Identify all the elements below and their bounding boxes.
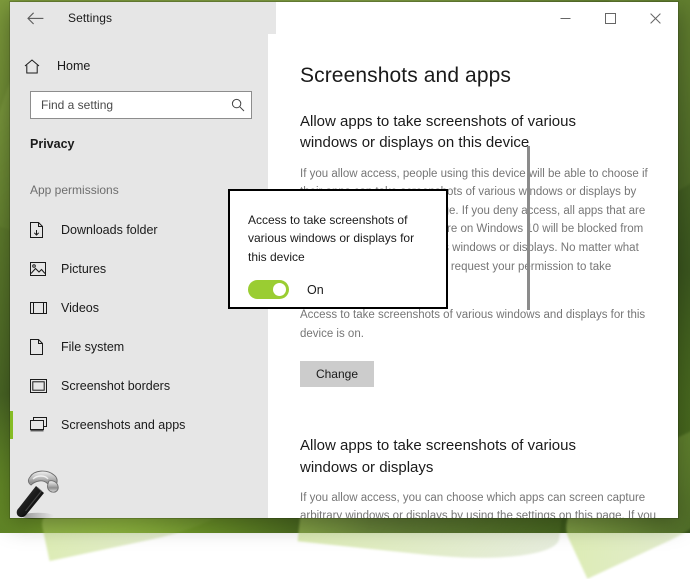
screenshot-access-toggle[interactable]	[248, 280, 289, 300]
flyout-description: Access to take screenshots of various wi…	[248, 213, 415, 264]
videos-icon	[30, 299, 52, 317]
title-bar-left: Settings	[10, 2, 276, 34]
sidebar-item-label: Screenshots and apps	[61, 417, 186, 432]
sidebar-category-title: Privacy	[30, 137, 75, 151]
screenshot-borders-icon	[30, 377, 52, 395]
section-heading-apps-level: Allow apps to take screenshots of variou…	[300, 437, 576, 476]
toggle-state-label: On	[307, 282, 324, 297]
access-flyout-popup: Access to take screenshots of various wi…	[228, 189, 448, 309]
sidebar-item-label: File system	[61, 339, 125, 354]
minimize-button[interactable]	[543, 2, 588, 34]
access-status-text: Access to take screenshots of various wi…	[300, 308, 646, 340]
flyout-toggle-row: On	[248, 280, 430, 300]
section-body-apps-level: If you allow access, you can choose whic…	[300, 491, 657, 518]
sidebar-item-file-system[interactable]: File system	[10, 327, 268, 366]
title-bar: Settings	[10, 2, 678, 34]
section-heading-device-level: Allow apps to take screenshots of variou…	[300, 113, 576, 152]
content-scrollbar-thumb[interactable]	[527, 146, 530, 310]
sidebar-item-label: Screenshot borders	[61, 378, 171, 393]
search-icon[interactable]	[231, 98, 245, 112]
sidebar-item-label: Videos	[61, 300, 99, 315]
sidebar-item-screenshots-and-apps[interactable]: Screenshots and apps	[10, 405, 268, 444]
window-controls	[543, 2, 678, 34]
settings-window: Settings Home Find a setting Privacy App…	[10, 2, 678, 518]
page-title: Screenshots and apps	[300, 64, 511, 87]
maximize-button[interactable]	[588, 2, 633, 34]
screenshots-and-apps-icon	[30, 416, 52, 434]
sidebar-item-label: Downloads folder	[61, 222, 158, 237]
change-button[interactable]: Change	[300, 361, 374, 388]
search-input[interactable]	[41, 98, 231, 112]
file-system-icon	[30, 338, 52, 356]
pictures-icon	[30, 260, 52, 278]
toggle-knob	[273, 283, 286, 297]
back-arrow-icon[interactable]	[18, 3, 52, 33]
sidebar-item-label: Home	[57, 59, 91, 73]
downloads-folder-icon	[30, 221, 52, 239]
sidebar-item-home[interactable]: Home	[10, 49, 268, 83]
sidebar-item-screenshot-borders[interactable]: Screenshot borders	[10, 366, 268, 405]
sidebar-item-label: Pictures	[61, 261, 107, 276]
home-icon	[24, 58, 50, 74]
close-button[interactable]	[633, 2, 678, 34]
search-box[interactable]	[30, 91, 252, 119]
app-title: Settings	[68, 11, 113, 25]
